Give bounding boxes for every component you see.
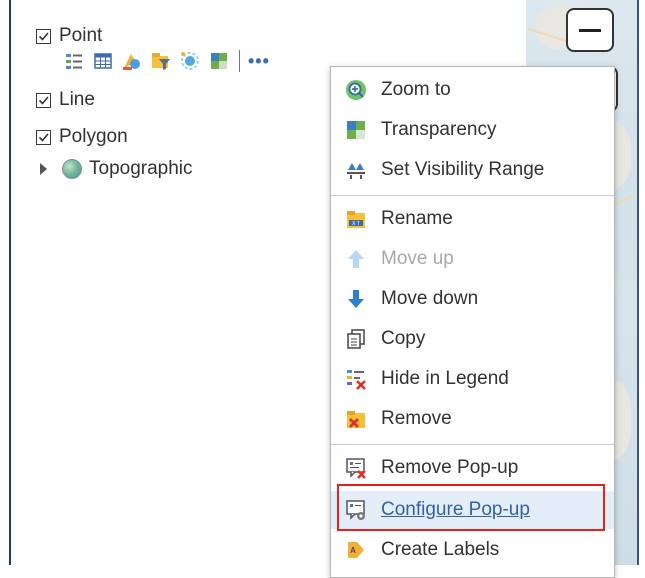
table-icon[interactable] xyxy=(92,50,114,72)
menu-item-label: Remove Pop-up xyxy=(381,457,519,478)
menu-item-zoom-to[interactable]: Zoom to xyxy=(331,71,614,109)
toolbar-separator xyxy=(239,50,240,72)
visibility-range-icon xyxy=(347,163,365,179)
legend-icon[interactable] xyxy=(63,50,85,72)
transparency-icon xyxy=(347,121,365,139)
remove-icon xyxy=(347,411,365,428)
menu-item-transparency[interactable]: Transparency xyxy=(331,111,614,149)
menu-item-label: Copy xyxy=(381,328,426,349)
layer-point-checkbox[interactable] xyxy=(36,28,51,44)
cluster-icon[interactable] xyxy=(179,50,201,72)
menu-item-remove[interactable]: Remove xyxy=(331,400,614,438)
layer-line-checkbox[interactable] xyxy=(36,92,51,108)
menu-item-label: Move down xyxy=(381,288,479,309)
layer-polygon-label: Polygon xyxy=(59,126,128,147)
layer-point[interactable]: Point xyxy=(36,25,102,47)
arrow-up-icon xyxy=(348,250,364,268)
layer-polygon-checkbox[interactable] xyxy=(36,129,51,145)
layer-point-label: Point xyxy=(59,25,103,46)
map-right-border xyxy=(637,0,639,565)
menu-item-copy[interactable]: Copy xyxy=(331,320,614,358)
transparency-icon[interactable] xyxy=(208,50,230,72)
style-icon[interactable] xyxy=(121,50,143,72)
remove-popup-icon xyxy=(346,458,366,479)
menu-item-label: Hide in Legend xyxy=(381,368,509,389)
checkmark-icon xyxy=(38,31,49,41)
minus-icon xyxy=(579,29,601,32)
expand-arrow-icon[interactable] xyxy=(40,163,47,175)
filter-icon[interactable] xyxy=(150,50,172,72)
checkmark-icon xyxy=(38,132,49,142)
menu-item-create-labels[interactable]: A Create Labels xyxy=(331,531,614,569)
layer-line-label: Line xyxy=(59,89,95,110)
menu-item-remove-popup[interactable]: Remove Pop-up xyxy=(331,449,614,487)
menu-item-label: Zoom to xyxy=(381,79,451,100)
zoom-out-button[interactable] xyxy=(566,8,614,52)
more-options-icon[interactable]: ••• xyxy=(248,52,270,70)
labels-icon: A xyxy=(348,542,364,558)
basemap-topographic[interactable]: Topographic xyxy=(40,158,193,180)
menu-divider xyxy=(331,444,614,445)
arrow-down-icon xyxy=(348,290,364,308)
menu-item-label: Transparency xyxy=(381,119,497,140)
menu-item-label: Move up xyxy=(381,248,454,269)
panel-left-border xyxy=(9,0,11,565)
menu-item-label: Rename xyxy=(381,208,453,229)
layer-toolbar: ••• xyxy=(63,50,270,72)
menu-item-rename[interactable]: X T Rename xyxy=(331,200,614,238)
checkmark-icon xyxy=(38,95,49,105)
menu-item-label: Set Visibility Range xyxy=(381,159,545,180)
menu-item-set-visibility-range[interactable]: Set Visibility Range xyxy=(331,151,614,189)
layer-line[interactable]: Line xyxy=(36,89,95,111)
layer-polygon[interactable]: Polygon xyxy=(36,126,128,148)
hide-legend-icon xyxy=(347,370,366,390)
basemap-label: Topographic xyxy=(89,158,193,179)
svg-text:X T: X T xyxy=(352,221,360,227)
menu-item-label: Create Labels xyxy=(381,539,500,560)
rename-icon: X T xyxy=(347,211,365,228)
zoom-icon xyxy=(346,80,366,100)
menu-item-hide-in-legend[interactable]: Hide in Legend xyxy=(331,360,614,398)
menu-item-label: Remove xyxy=(381,408,452,429)
svg-text:A: A xyxy=(350,546,356,555)
copy-icon xyxy=(347,329,365,349)
menu-divider xyxy=(331,195,614,196)
menu-item-move-up[interactable]: Move up xyxy=(331,240,614,278)
menu-item-move-down[interactable]: Move down xyxy=(331,280,614,318)
highlight-annotation-box xyxy=(337,484,605,531)
globe-icon xyxy=(62,159,82,179)
